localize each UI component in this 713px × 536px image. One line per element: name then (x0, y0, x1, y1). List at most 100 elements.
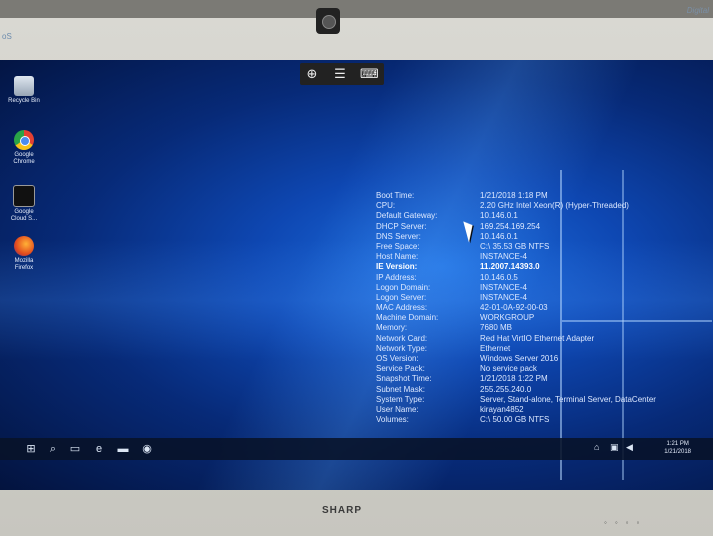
bginfo-key: Free Space: (376, 241, 420, 251)
bginfo-value: 11.2007.14393.0 (480, 262, 540, 272)
bginfo-key: User Name: (376, 404, 419, 414)
bginfo-value: 1/21/2018 1:22 PM (480, 374, 548, 384)
clock-date: 1/21/2018 (664, 449, 691, 455)
bginfo-row: Free Space: C:\ 35.53 GB NTFS (376, 242, 656, 252)
bginfo-key: MAC Address: (376, 303, 428, 313)
bginfo-row: OS Version: Windows Server 2016 (376, 354, 656, 364)
bginfo-key: Network Card: (376, 333, 428, 343)
monitor-top-strip (0, 0, 713, 18)
bginfo-panel: Boot Time: 1/21/2018 1:18 PM CPU: 2.20 GHz … (376, 191, 656, 425)
bginfo-key: Subnet Mask: (376, 384, 425, 394)
bginfo-value: kirayan4852 (480, 404, 524, 414)
desktop-icon-cloud-shell[interactable]: Google Cloud S... (6, 185, 42, 223)
bginfo-row: Network Card: Red Hat VirtIO Ethernet Ada… (376, 334, 656, 344)
bginfo-key: Memory: (376, 323, 408, 333)
bginfo-value: Server, Stand-alone, Terminal Server, Da… (480, 394, 656, 404)
bginfo-key: Boot Time: (376, 191, 415, 200)
bginfo-value: C:\ 50.00 GB NTFS (480, 415, 550, 425)
bginfo-value: C:\ 35.53 GB NTFS (480, 241, 550, 251)
monitor-buttons: ◦◦◦◦ (604, 518, 648, 527)
taskbar-clock[interactable]: 1:21 PM 1/21/2018 (664, 440, 691, 456)
search-icon[interactable]: ⌕ (46, 442, 60, 456)
bginfo-key: Volumes: (376, 415, 409, 425)
bginfo-row: Volumes: C:\ 50.00 GB NTFS (376, 415, 656, 425)
chrome-icon[interactable]: ◉ (140, 442, 154, 456)
bginfo-value: 10.146.0.1 (480, 211, 518, 221)
bginfo-key: OS Version: (376, 354, 419, 363)
bginfo-value: 10.146.0.1 (480, 231, 518, 241)
bginfo-key: Logon Server: (376, 292, 427, 302)
remote-toolbar: ⊕ ☰ ⌨ (300, 63, 384, 85)
bginfo-row: DHCP Server: 169.254.169.254 (376, 222, 656, 232)
bginfo-row: Default Gateway: 10.146.0.1 (376, 211, 656, 221)
bginfo-value: 10.146.0.5 (480, 272, 518, 282)
bginfo-key: Logon Domain: (376, 282, 431, 292)
keyboard-icon[interactable]: ⌨ (360, 66, 379, 82)
bginfo-row: IE Version: 11.2007.14393.0 (376, 262, 656, 272)
desktop-screen: ⊕ ☰ ⌨ Recycle Bin Google Chrome Google C… (0, 60, 713, 490)
clock-time: 1:21 PM (666, 441, 689, 447)
bginfo-value: No service pack (480, 364, 537, 374)
bginfo-row: Logon Server: INSTANCE-4 (376, 293, 656, 303)
bginfo-value: Ethernet (480, 343, 511, 353)
bginfo-key: Network Type: (376, 343, 427, 353)
bginfo-value: Windows Server 2016 (480, 354, 559, 363)
edge-icon[interactable]: e (92, 442, 106, 456)
desktop-icon-label: Google Cloud S... (10, 209, 38, 222)
bginfo-row: Network Type: Ethernet (376, 344, 656, 354)
bginfo-key: IP Address: (376, 272, 417, 282)
bginfo-value: Red Hat VirtIO Ethernet Adapter (480, 333, 595, 343)
chrome-icon (14, 130, 34, 150)
bginfo-row: Memory: 7680 MB (376, 323, 656, 333)
desktop-icon-firefox[interactable]: Mozilla Firefox (6, 236, 42, 272)
bginfo-key: CPU: (376, 201, 396, 211)
recycle-bin-icon (14, 76, 34, 96)
webcam-icon (316, 8, 340, 34)
bginfo-row: Boot Time: 1/21/2018 1:18 PM (376, 191, 656, 201)
taskbar: ⊞ ⌕ ▭ e ▬ ◉ ⌂ ▣ ◀ 1:21 PM 1/21/2018 (0, 438, 713, 460)
cloud-shell-icon (13, 185, 35, 207)
bginfo-key: Snapshot Time: (376, 374, 432, 384)
notification-icon[interactable]: ⌂ (594, 442, 599, 452)
bginfo-key: IE Version: (376, 262, 418, 272)
bginfo-value: INSTANCE-4 (480, 282, 527, 292)
monitor-corner-label-left: oS (2, 32, 12, 41)
bginfo-row: IP Address: 10.146.0.5 (376, 273, 656, 283)
bginfo-key: Machine Domain: (376, 313, 439, 323)
bginfo-key: Service Pack: (376, 364, 425, 374)
desktop-icon-recycle-bin[interactable]: Recycle Bin (6, 76, 42, 105)
bginfo-value: 255.255.240.0 (480, 384, 532, 394)
bginfo-row: CPU: 2.20 GHz Intel Xeon(R) (Hyper-Thread… (376, 201, 656, 211)
task-view-icon[interactable]: ▭ (68, 442, 82, 456)
desktop-icon-label: Recycle Bin (8, 98, 40, 104)
bginfo-row: Subnet Mask: 255.255.240.0 (376, 385, 656, 395)
bginfo-value: 42-01-0A-92-00-03 (480, 303, 548, 313)
firefox-icon (14, 236, 34, 256)
bginfo-row: Host Name: INSTANCE-4 (376, 252, 656, 262)
bginfo-value: 169.254.169.254 (480, 221, 541, 231)
monitor-brand-logo: SHARP (322, 505, 363, 516)
desktop-icon-chrome[interactable]: Google Chrome (6, 130, 42, 166)
bginfo-row: User Name: kirayan4852 (376, 405, 656, 415)
bginfo-row: Logon Domain: INSTANCE-4 (376, 283, 656, 293)
bginfo-row: Snapshot Time: 1/21/2018 1:22 PM (376, 374, 656, 384)
start-icon[interactable]: ⊞ (24, 442, 38, 456)
desktop-icon-label: Mozilla Firefox (14, 258, 34, 271)
bginfo-row: MAC Address: 42-01-0A-92-00-03 (376, 303, 656, 313)
bginfo-value: INSTANCE-4 (480, 292, 527, 302)
monitor-corner-label-right: Digital (686, 6, 709, 15)
bginfo-key: System Type: (376, 394, 425, 404)
bginfo-value: 1/21/2018 1:18 PM (480, 191, 548, 200)
desktop-icon-label: Google Chrome (13, 152, 35, 165)
zoom-in-icon[interactable]: ⊕ (304, 66, 320, 82)
volume-icon[interactable]: ◀ (626, 442, 633, 453)
bginfo-row: DNS Server: 10.146.0.1 (376, 232, 656, 242)
bginfo-value: WORKGROUP (480, 313, 535, 323)
network-icon[interactable]: ▣ (610, 442, 619, 453)
file-explorer-icon[interactable]: ▬ (116, 442, 130, 456)
bginfo-row: System Type: Server, Stand-alone, Termina… (376, 395, 656, 405)
bginfo-value: INSTANCE-4 (480, 252, 527, 262)
bginfo-row: Service Pack: No service pack (376, 364, 656, 374)
bginfo-key: DNS Server: (376, 231, 421, 241)
menu-icon[interactable]: ☰ (332, 66, 348, 82)
